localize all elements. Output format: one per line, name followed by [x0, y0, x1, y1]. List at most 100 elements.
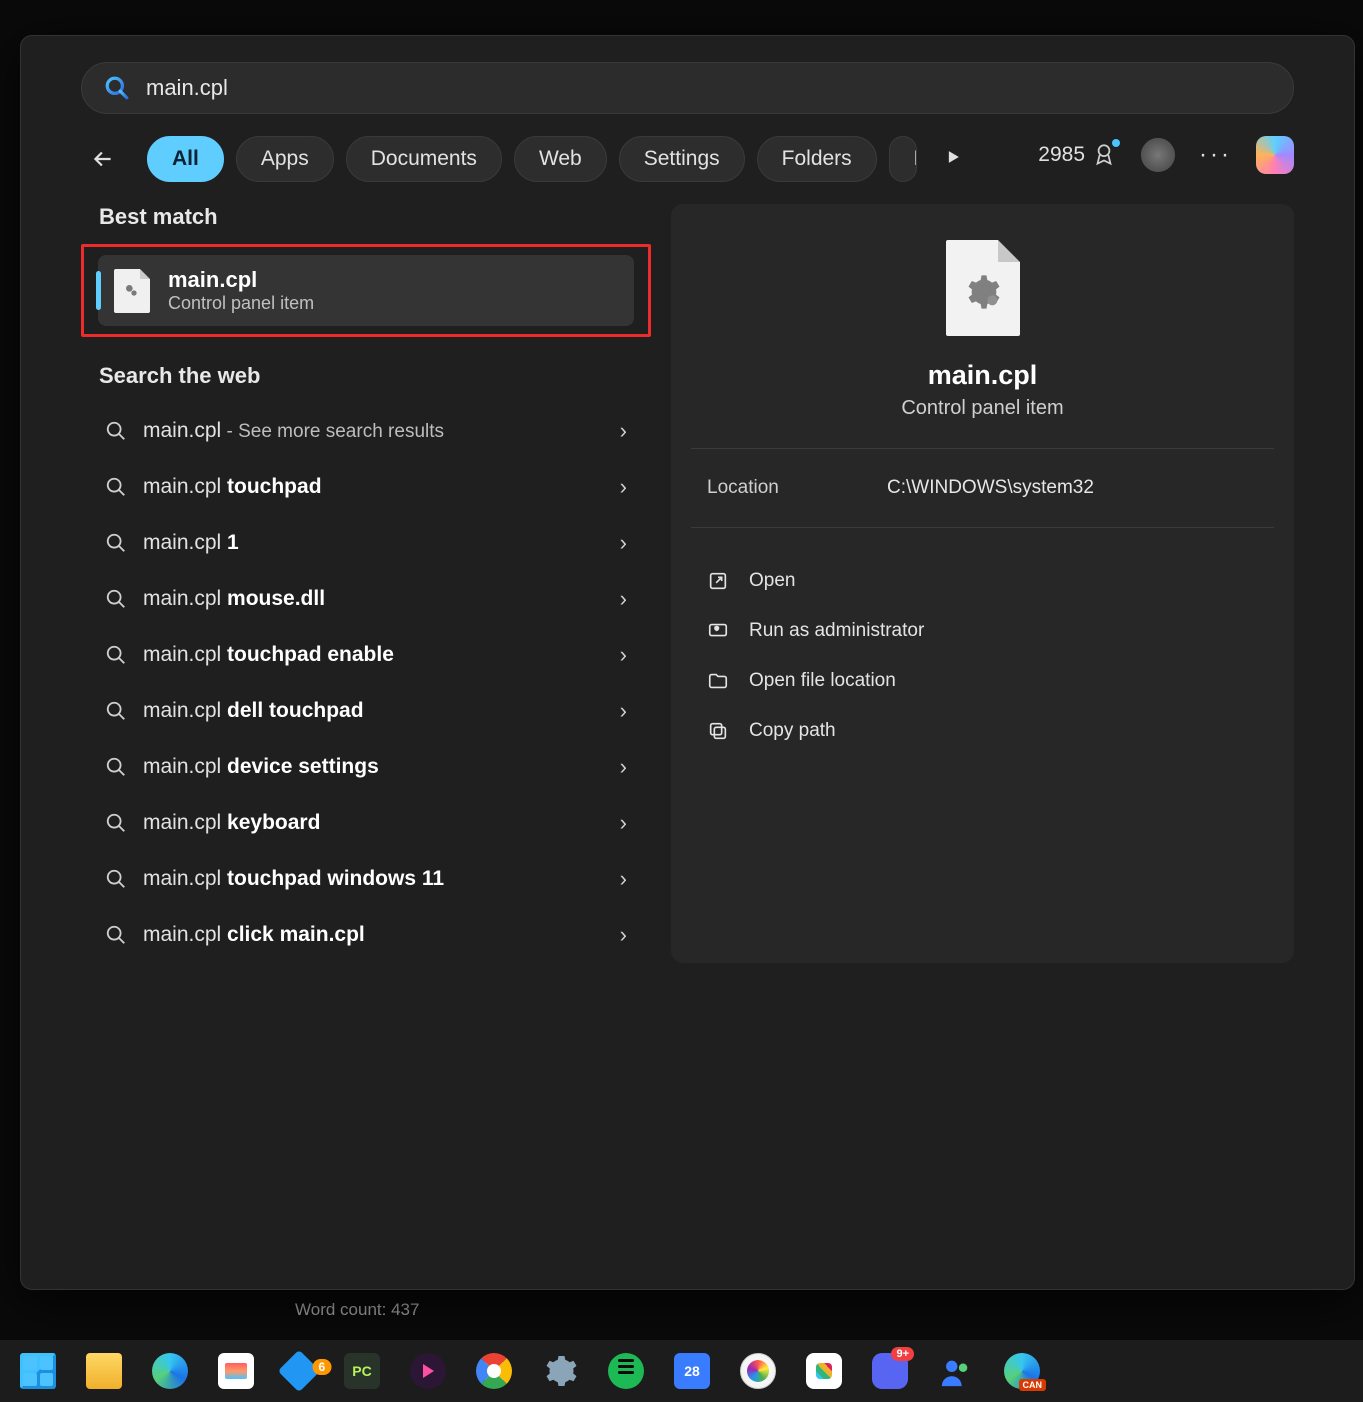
web-result[interactable]: main.cpl device settings › — [81, 739, 651, 795]
filter-row: All Apps Documents Web Settings Folders … — [81, 136, 1294, 182]
scroll-right-button[interactable] — [943, 147, 963, 172]
taskbar-file-explorer[interactable] — [86, 1353, 122, 1389]
search-icon — [105, 756, 127, 778]
taskbar-paint[interactable] — [740, 1353, 776, 1389]
rewards-badge-icon — [1091, 142, 1117, 168]
action-label: Run as administrator — [749, 620, 924, 642]
background-editor-text: Word count: 437 — [295, 1300, 419, 1320]
folder-icon — [707, 670, 729, 692]
cpl-file-icon — [114, 269, 150, 313]
chevron-right-icon: › — [620, 418, 627, 444]
edge-channel-label: CAN — [1019, 1379, 1047, 1391]
taskbar-edge[interactable] — [152, 1353, 188, 1389]
taskbar-settings[interactable] — [542, 1353, 578, 1389]
open-icon — [707, 570, 729, 592]
filter-all[interactable]: All — [147, 136, 224, 182]
best-match-result[interactable]: main.cpl Control panel item — [98, 255, 634, 326]
search-web-header: Search the web — [99, 363, 633, 389]
rewards-points[interactable]: 2985 — [1038, 142, 1117, 168]
chevron-right-icon: › — [620, 698, 627, 724]
web-result[interactable]: main.cpl dell touchpad › — [81, 683, 651, 739]
taskbar-price-tag[interactable]: 6 — [278, 1350, 320, 1392]
web-result[interactable]: main.cpl keyboard › — [81, 795, 651, 851]
chevron-right-icon: › — [620, 530, 627, 556]
taskbar-calendar[interactable]: 28 — [674, 1353, 710, 1389]
divider — [691, 527, 1274, 528]
filter-documents[interactable]: Documents — [346, 136, 502, 182]
web-result[interactable]: main.cpl touchpad › — [81, 459, 651, 515]
web-result[interactable]: main.cpl click main.cpl › — [81, 907, 651, 963]
search-icon — [105, 588, 127, 610]
points-value: 2985 — [1038, 143, 1085, 167]
search-icon — [105, 868, 127, 890]
chevron-right-icon: › — [620, 866, 627, 892]
chevron-right-icon: › — [620, 642, 627, 668]
best-match-header: Best match — [99, 204, 633, 230]
more-button[interactable]: ··· — [1199, 141, 1232, 169]
best-match-title: main.cpl — [168, 267, 314, 293]
filter-folders[interactable]: Folders — [757, 136, 877, 182]
taskbar-chrome[interactable] — [476, 1353, 512, 1389]
taskbar-edge-canary[interactable]: CAN — [1004, 1353, 1040, 1389]
web-result[interactable]: main.cpl touchpad enable › — [81, 627, 651, 683]
action-copy-path[interactable]: Copy path — [691, 706, 1274, 756]
action-run-admin[interactable]: Run as administrator — [691, 606, 1274, 656]
back-button[interactable] — [81, 137, 125, 181]
web-result[interactable]: main.cpl 1 › — [81, 515, 651, 571]
location-row: Location C:\WINDOWS\system32 — [671, 477, 1294, 499]
chevron-right-icon: › — [620, 754, 627, 780]
user-avatar[interactable] — [1141, 138, 1175, 172]
web-result[interactable]: main.cpl - See more search results › — [81, 403, 651, 459]
search-box[interactable] — [81, 62, 1294, 114]
selection-indicator — [96, 271, 101, 310]
web-result[interactable]: main.cpl touchpad windows 11 › — [81, 851, 651, 907]
taskbar-media-player[interactable] — [410, 1353, 446, 1389]
shield-icon — [707, 620, 729, 642]
chevron-right-icon: › — [620, 810, 627, 836]
web-result[interactable]: main.cpl mouse.dll › — [81, 571, 651, 627]
windows-search-panel: All Apps Documents Web Settings Folders … — [20, 35, 1355, 1290]
best-match-highlight-box: main.cpl Control panel item — [81, 244, 651, 337]
taskbar-people[interactable] — [938, 1353, 974, 1389]
taskbar-slack[interactable] — [806, 1353, 842, 1389]
taskbar: 6 PC 28 9+ CAN — [0, 1340, 1363, 1402]
search-icon — [105, 532, 127, 554]
preview-title: main.cpl — [928, 360, 1038, 391]
action-open-location[interactable]: Open file location — [691, 656, 1274, 706]
search-input[interactable] — [146, 75, 1271, 101]
filter-web[interactable]: Web — [514, 136, 607, 182]
taskbar-pycharm[interactable]: PC — [344, 1353, 380, 1389]
search-icon — [105, 812, 127, 834]
search-icon — [104, 75, 130, 101]
copy-icon — [707, 720, 729, 742]
location-label: Location — [707, 477, 887, 499]
action-label: Copy path — [749, 720, 836, 742]
action-open[interactable]: Open — [691, 556, 1274, 606]
search-icon — [105, 700, 127, 722]
location-value: C:\WINDOWS\system32 — [887, 477, 1094, 499]
arrow-left-icon — [90, 146, 116, 172]
chevron-right-icon: › — [620, 922, 627, 948]
start-button[interactable] — [20, 1353, 56, 1389]
search-icon — [105, 644, 127, 666]
preview-file-icon — [946, 240, 1020, 336]
search-icon — [105, 420, 127, 442]
preview-pane: main.cpl Control panel item Location C:\… — [671, 204, 1294, 963]
taskbar-discord[interactable]: 9+ — [872, 1353, 908, 1389]
filter-photos-partial[interactable]: P — [889, 136, 917, 182]
copilot-button[interactable] — [1256, 136, 1294, 174]
taskbar-spotify[interactable] — [608, 1353, 644, 1389]
filter-settings[interactable]: Settings — [619, 136, 745, 182]
play-icon — [943, 147, 963, 167]
badge-count: 6 — [313, 1359, 332, 1375]
web-results-list: main.cpl - See more search results › mai… — [81, 403, 651, 963]
best-match-subtitle: Control panel item — [168, 293, 314, 314]
badge-count: 9+ — [891, 1347, 914, 1361]
preview-subtitle: Control panel item — [901, 397, 1063, 420]
filter-apps[interactable]: Apps — [236, 136, 334, 182]
action-label: Open — [749, 570, 795, 592]
taskbar-store[interactable] — [218, 1353, 254, 1389]
search-icon — [105, 924, 127, 946]
action-label: Open file location — [749, 670, 896, 692]
chevron-right-icon: › — [620, 474, 627, 500]
